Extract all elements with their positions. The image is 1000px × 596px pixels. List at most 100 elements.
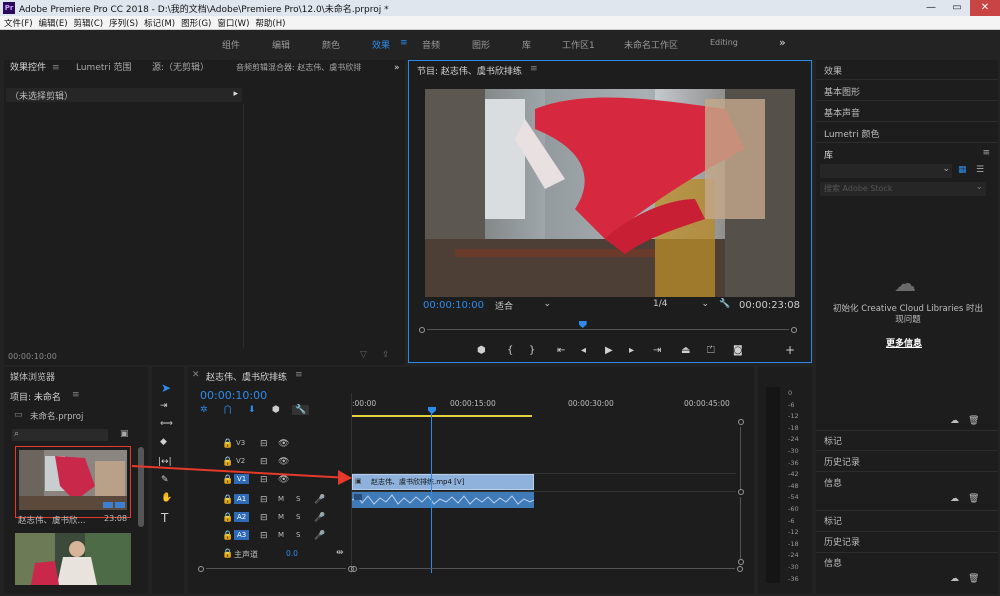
panel-markers-2[interactable]: 标记 xyxy=(824,514,842,527)
lock-icon[interactable]: 🔒 xyxy=(222,513,233,523)
workspace-overflow-button[interactable]: » xyxy=(779,36,786,49)
scrub-start-handle[interactable] xyxy=(419,327,425,333)
timeline-playhead[interactable] xyxy=(428,407,436,414)
solo-button[interactable]: S xyxy=(296,495,300,503)
panel-history-2[interactable]: 历史记录 xyxy=(824,535,860,548)
mute-button[interactable]: M xyxy=(278,513,284,521)
insert-icon[interactable]: ⬇ xyxy=(248,405,256,415)
more-info-link[interactable]: 更多信息 xyxy=(886,336,922,349)
go-to-out-icon[interactable]: ⇥ xyxy=(653,345,661,356)
step-forward-icon[interactable]: ▸ xyxy=(629,345,634,356)
workspace-custom-1[interactable]: 工作区1 xyxy=(562,38,595,51)
header-scrollbar[interactable] xyxy=(198,566,354,572)
selection-tool-icon[interactable]: ➤ xyxy=(161,381,171,395)
library-selector[interactable]: ⌄ xyxy=(820,164,952,178)
program-playhead[interactable] xyxy=(578,321,587,328)
menu-window[interactable]: 窗口(W) xyxy=(217,17,249,29)
export-frame-icon[interactable]: ⇪ xyxy=(382,350,390,360)
tab-lumetri-scopes[interactable]: Lumetri 范围 xyxy=(76,60,131,76)
close-button[interactable]: ✕ xyxy=(970,0,1000,16)
timeline-timecode[interactable]: 00:00:10:00 xyxy=(200,389,267,402)
track-label-a3[interactable]: A3 xyxy=(234,530,250,540)
timeline-menu-icon[interactable]: ≡ xyxy=(295,370,303,380)
track-label-v3[interactable]: V3 xyxy=(236,439,245,447)
workspace-effects[interactable]: 效果 xyxy=(372,38,390,51)
workspace-menu-icon[interactable]: ≡ xyxy=(400,38,408,48)
panel-info-2[interactable]: 信息 xyxy=(824,556,842,569)
wrench-icon[interactable]: 🔧 xyxy=(719,299,730,309)
mark-in-icon[interactable]: { xyxy=(507,345,513,356)
cc-sync-icon[interactable]: ☁ xyxy=(950,416,959,426)
grid-view-icon[interactable]: ▦ xyxy=(958,165,967,175)
mute-button[interactable]: M xyxy=(278,531,284,539)
add-button-icon[interactable]: + xyxy=(785,343,795,357)
workspace-editing-en[interactable]: Editing xyxy=(710,38,738,47)
tab-media-browser[interactable]: 媒体浏览器 xyxy=(10,370,55,383)
scroll-handle-mid[interactable] xyxy=(738,489,744,495)
menu-marker[interactable]: 标记(M) xyxy=(144,17,175,29)
stock-search-input[interactable]: 搜索 Adobe Stock ⌄ xyxy=(820,182,986,196)
work-area-bar[interactable] xyxy=(352,415,532,417)
workspace-libraries[interactable]: 库 xyxy=(522,38,531,51)
cc-sync-icon[interactable]: ☁ xyxy=(950,494,959,504)
program-video-frame[interactable] xyxy=(425,89,795,297)
mic-icon[interactable]: 🎤 xyxy=(314,513,325,523)
sync-lock-icon[interactable]: ⊟ xyxy=(260,439,268,449)
menu-graphics[interactable]: 图形(G) xyxy=(181,17,211,29)
sync-lock-icon[interactable]: ⊟ xyxy=(260,513,268,523)
go-to-end-icon[interactable]: ⇹ xyxy=(336,548,344,558)
cc-sync-icon[interactable]: ☁ xyxy=(950,574,959,584)
lock-icon[interactable]: 🔒 xyxy=(222,549,233,559)
project-menu-icon[interactable]: ≡ xyxy=(72,390,80,400)
source-overflow-button[interactable]: » xyxy=(394,60,400,76)
add-marker-icon[interactable]: ⬢ xyxy=(477,345,486,356)
clip-thumbnail-1[interactable] xyxy=(15,446,131,518)
maximize-button[interactable]: ▭ xyxy=(944,0,970,16)
timeline-settings-icon[interactable]: 🔧 xyxy=(292,405,310,415)
mic-icon[interactable]: 🎤 xyxy=(314,495,325,505)
eye-icon[interactable]: 👁 xyxy=(278,439,289,449)
panel-essential-sound[interactable]: 基本声音 xyxy=(824,106,860,119)
track-label-a2[interactable]: A2 xyxy=(234,512,250,522)
go-to-in-icon[interactable]: ⇤ xyxy=(557,345,565,356)
menu-clip[interactable]: 剪辑(C) xyxy=(74,17,104,29)
scroll-handle-bottom[interactable] xyxy=(738,559,744,565)
menu-sequence[interactable]: 序列(S) xyxy=(109,17,138,29)
menu-help[interactable]: 帮助(H) xyxy=(255,17,285,29)
step-back-icon[interactable]: ◂ xyxy=(581,345,586,356)
trash-icon[interactable]: 🗑 xyxy=(968,574,979,584)
filter-icon[interactable]: ▽ xyxy=(360,350,367,360)
extract-icon[interactable]: ⏍ xyxy=(707,345,715,356)
tab-audio-clip-mixer[interactable]: 音频剪辑混合器: 赵志伟、虞书欣排 xyxy=(236,60,361,76)
video-clip-v1[interactable]: ▣ 赵志伟、虞书欣排练.mp4 [V] xyxy=(352,474,534,490)
fit-dropdown[interactable]: 适合 ⌄ xyxy=(495,299,553,312)
list-view-icon[interactable]: ☰ xyxy=(976,165,984,175)
close-tab-icon[interactable]: ✕ xyxy=(192,370,200,380)
track-select-tool-icon[interactable]: ⇥ xyxy=(160,401,168,411)
scroll-handle-top[interactable] xyxy=(738,419,744,425)
effect-controls-menu-icon[interactable]: ≡ xyxy=(52,60,60,76)
tab-source[interactable]: 源:（无剪辑） xyxy=(152,60,209,76)
workspace-audio[interactable]: 音频 xyxy=(422,38,440,51)
panel-lumetri-color[interactable]: Lumetri 颜色 xyxy=(824,127,879,140)
panel-info[interactable]: 信息 xyxy=(824,476,842,489)
clip-1-name[interactable]: 赵志伟、虞书欣... xyxy=(18,514,86,526)
menu-file[interactable]: 文件(F) xyxy=(4,17,33,29)
panel-effects[interactable]: 效果 xyxy=(824,64,842,77)
project-search-input[interactable]: ⌕ xyxy=(12,429,108,441)
workspace-graphics[interactable]: 图形 xyxy=(472,38,490,51)
hand-tool-icon[interactable]: ✋ xyxy=(161,493,172,503)
minimize-button[interactable]: — xyxy=(918,0,944,16)
sync-lock-icon[interactable]: ⊟ xyxy=(260,531,268,541)
razor-tool-icon[interactable]: ◆ xyxy=(160,437,167,447)
resolution-dropdown[interactable]: 1/4 ⌄ xyxy=(653,299,711,311)
trash-icon[interactable]: 🗑 xyxy=(968,416,979,426)
libraries-menu-icon[interactable]: ≡ xyxy=(982,148,990,158)
workspace-color[interactable]: 颜色 xyxy=(322,38,340,51)
panel-markers[interactable]: 标记 xyxy=(824,434,842,447)
ripple-edit-tool-icon[interactable]: ⟺ xyxy=(160,419,173,429)
mic-icon[interactable]: 🎤 xyxy=(314,531,325,541)
sequence-tab[interactable]: 赵志伟、虞书欣排练 xyxy=(206,370,287,383)
lock-icon[interactable]: 🔒 xyxy=(222,439,233,449)
tab-effect-controls[interactable]: 效果控件 xyxy=(10,60,46,76)
